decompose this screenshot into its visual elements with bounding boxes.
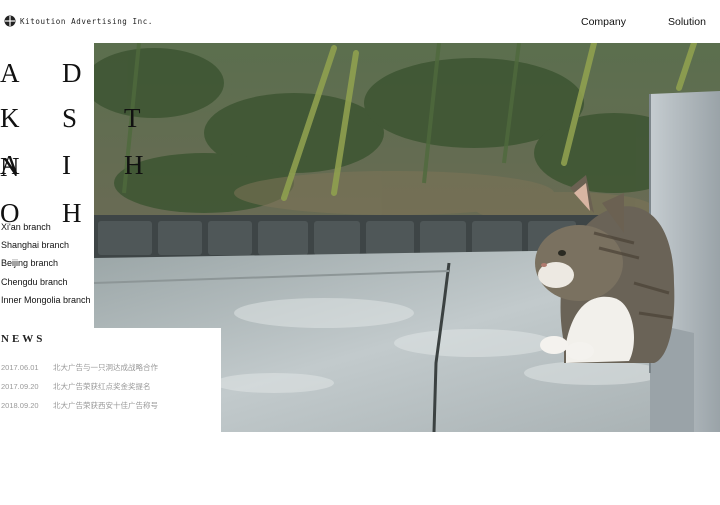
- brand-letter: D: [62, 58, 82, 88]
- branch-link-inner-mongolia[interactable]: Inner Mongolia branch: [1, 291, 91, 309]
- news-item[interactable]: 2017.06.01 北大广告与一只洞达成战略合作: [1, 362, 158, 373]
- nav-company[interactable]: Company: [581, 16, 626, 28]
- logo[interactable]: Kitoution Advertising Inc.: [4, 15, 153, 27]
- news-title: NEWS: [1, 333, 46, 345]
- news-item[interactable]: 2018.09.20 北大广告荣获西安十佳广告称号: [1, 400, 158, 411]
- news-text: 北大广告与一只洞达成战略合作: [53, 363, 158, 372]
- company-name: Kitoution Advertising Inc.: [20, 16, 153, 26]
- news-text: 北大广告荣获红点奖金奖提名: [53, 382, 151, 391]
- news-date: 2018.09.20: [1, 401, 39, 410]
- news-panel: NEWS 2017.06.01 北大广告与一只洞达成战略合作 2017.09.20…: [0, 328, 221, 433]
- news-date: 2017.09.20: [1, 382, 39, 391]
- nav-solution[interactable]: Solution: [668, 16, 706, 28]
- top-bar: Kitoution Advertising Inc. Company Solut…: [0, 0, 720, 43]
- brand-letter: N: [0, 152, 20, 182]
- logo-icon: [4, 15, 16, 27]
- brand-letter: A: [0, 58, 20, 88]
- news-date: 2017.06.01: [1, 363, 39, 372]
- branch-list: Xi'an branch Shanghai branch Beijing bra…: [1, 218, 91, 309]
- branch-link-shanghai[interactable]: Shanghai branch: [1, 236, 91, 254]
- branch-link-chengdu[interactable]: Chengdu branch: [1, 273, 91, 291]
- news-item[interactable]: 2017.09.20 北大广告荣获红点奖金奖提名: [1, 381, 151, 392]
- branch-link-xian[interactable]: Xi'an branch: [1, 218, 91, 236]
- branch-link-beijing[interactable]: Beijing branch: [1, 254, 91, 272]
- brand-letter: S: [62, 103, 78, 133]
- brand-letter: T: [124, 103, 141, 133]
- brand-letter: I: [62, 150, 71, 180]
- brand-letter: K: [0, 103, 20, 133]
- brand-letter: H: [124, 150, 144, 180]
- news-text: 北大广告荣获西安十佳广告称号: [53, 401, 158, 410]
